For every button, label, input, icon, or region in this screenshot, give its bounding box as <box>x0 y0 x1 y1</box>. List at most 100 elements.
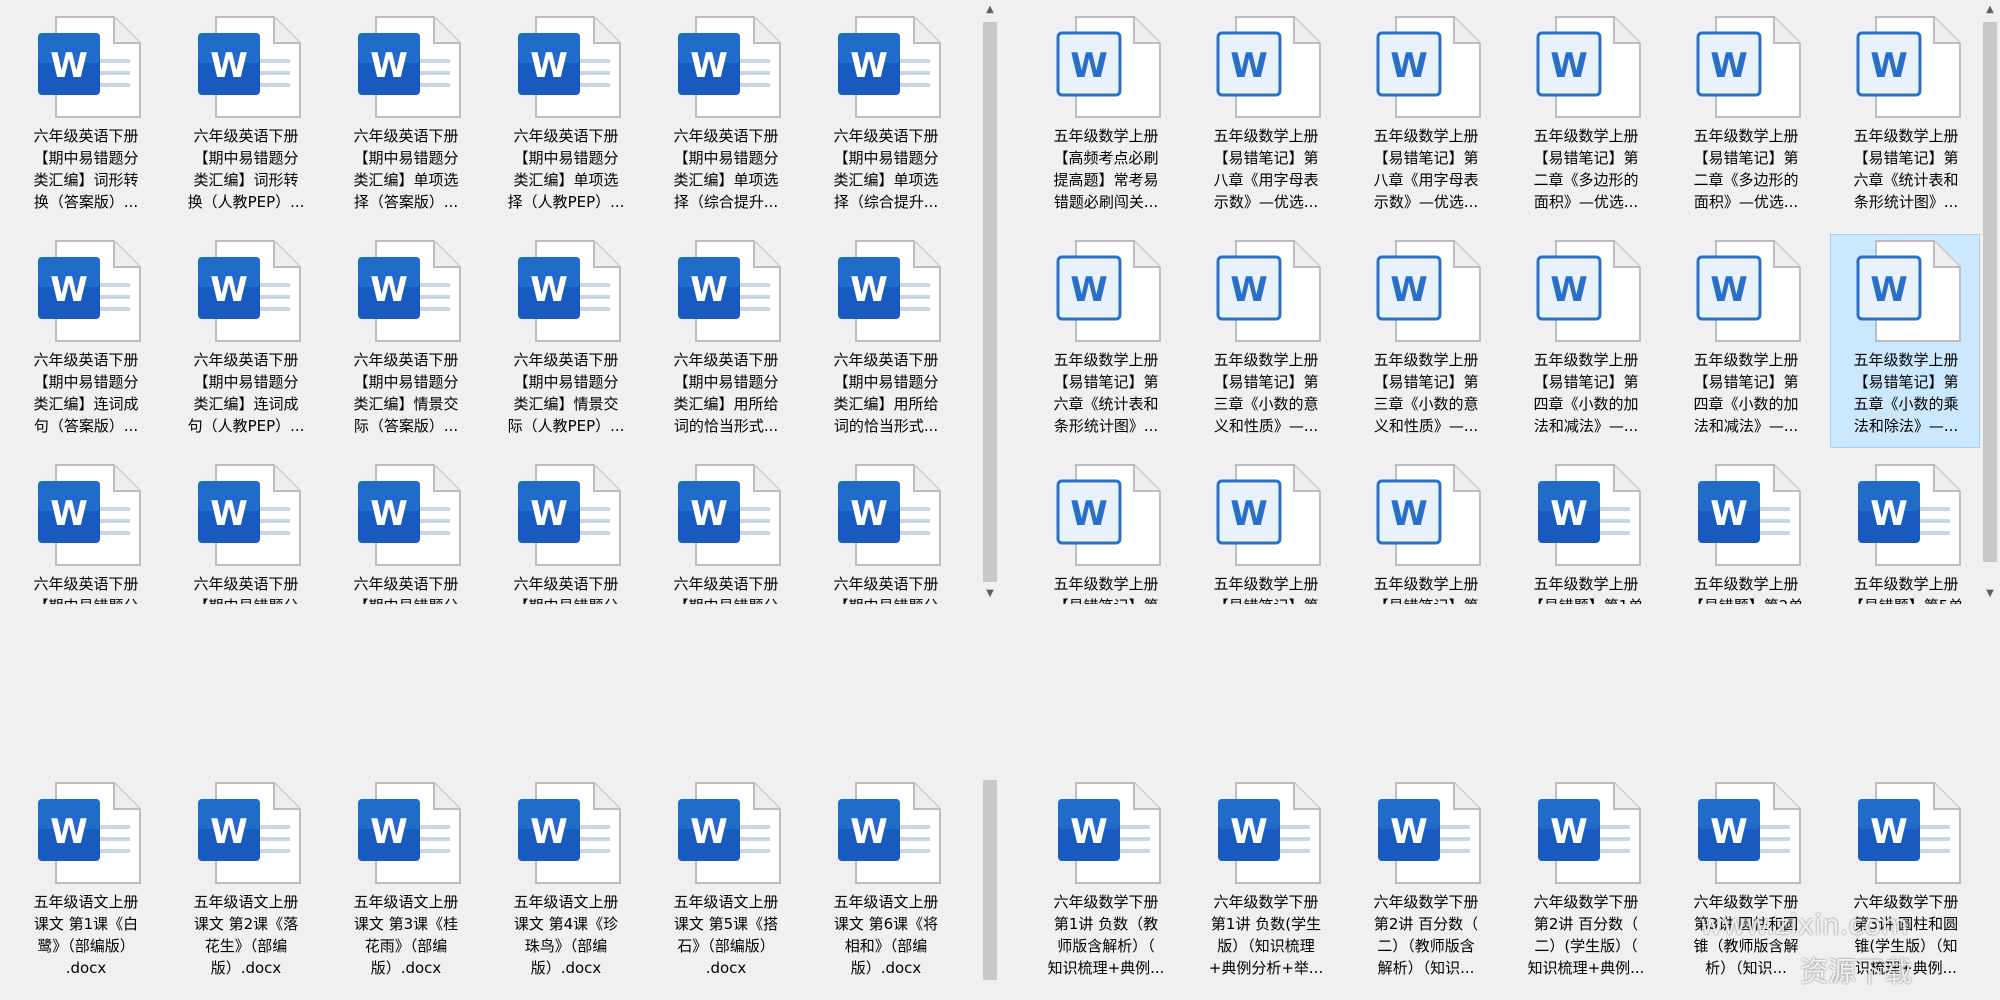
explorer-pane-bottom-left: W 五年级语文上册 课文 第1课《白 鹭》（部编版） .docx W 五年级语文上册 … <box>0 776 980 1000</box>
file-item[interactable]: W 六年级英语下册 【期中易错题分 类汇编】单项选 择（综合提升... <box>810 10 960 224</box>
word-doc-icon: W <box>196 239 306 343</box>
svg-text:W: W <box>1070 494 1108 534</box>
svg-text:W: W <box>690 270 728 310</box>
svg-text:W: W <box>50 270 88 310</box>
file-name-label: 六年级英语下册 【期中易错题分 类汇编】阅读理 解（答案选择... <box>193 575 299 604</box>
file-item[interactable]: W 六年级英语下册 【期中易错题分 类汇编】情景交 际（答案版）... <box>330 234 480 448</box>
scrollbar-thumb[interactable] <box>983 780 997 980</box>
file-item[interactable]: W 五年级数学上册 【易错笔记】第 六章《统计表和 条形统计图》... <box>1830 10 1980 224</box>
file-name-label: 五年级数学上册 【易错笔记】第 八章《用字母表 示数》—优选... <box>1213 127 1319 211</box>
file-name-label: 六年级英语下册 【期中易错题分 类汇编】词形转 换（答案版）... <box>33 127 139 211</box>
file-name-label: 六年级英语下册 【期中易错题分 类汇编】阅读理 解（判断正误... <box>353 575 459 604</box>
file-item[interactable]: W 六年级数学下册 第1讲 负数(学生 版）（知识梳理 +典例分析+举... <box>1190 776 1340 990</box>
file-item[interactable]: W 五年级数学上册 【易错题】第1单 元《负数的初步 认识》易错题... <box>1510 458 1660 604</box>
scrollbar-thumb[interactable] <box>983 22 997 582</box>
scrollbar-vertical[interactable] <box>980 776 1000 1000</box>
file-item[interactable]: W 五年级数学上册 【易错笔记】第 六章《统计表和 条形统计图》... <box>1030 234 1180 448</box>
file-item[interactable]: W 五年级数学上册 【易错题】第5单 元《小数乘法和 除法》单元易... <box>1830 458 1980 604</box>
file-item[interactable]: W 五年级数学上册 【易错笔记】第 八章《用字母表 示数》—优选... <box>1350 10 1500 224</box>
file-item[interactable]: W 五年级数学上册 【易错笔记】第 二章《多边形的 面积》—优选... <box>1670 10 1820 224</box>
file-name-label: 五年级数学上册 【易错笔记】第 三章《小数的意 义和性质》—... <box>1213 351 1319 435</box>
word-doc-icon: W <box>1856 781 1966 885</box>
svg-text:W: W <box>1230 494 1268 534</box>
word-doc-icon: W <box>36 15 146 119</box>
word-doc-icon: W <box>836 15 946 119</box>
svg-text:W: W <box>1870 46 1908 86</box>
file-item[interactable]: W 六年级英语下册 【期中易错题分 类汇编】词形转 换（人教PEP）... <box>170 10 320 224</box>
svg-text:W: W <box>1710 494 1748 534</box>
file-item[interactable]: W 五年级数学上册 【易错笔记】第 五章《小数的乘 法和除法》—... <box>1830 234 1980 448</box>
svg-text:W: W <box>50 812 88 852</box>
file-item[interactable]: W 五年级数学上册 【易错笔记】第 一章《负数的初 步认识》—优... <box>1190 458 1340 604</box>
scrollbar-thumb[interactable] <box>1983 22 1997 562</box>
file-item[interactable]: W 六年级英语下册 【期中易错题分 类汇编】单项选 择（综合提升... <box>650 10 800 224</box>
file-name-label: 五年级数学上册 【易错笔记】第 八章《用字母表 示数》—优选... <box>1373 127 1479 211</box>
file-item[interactable]: W 六年级英语下册 【期中易错题分 类汇编】阅读理 解（答案选择... <box>170 458 320 604</box>
file-item[interactable]: W 五年级语文上册 课文 第6课《将 相和》（部编 版）.docx <box>810 776 960 990</box>
file-name-label: 六年级英语下册 【期中易错题分 类汇编】情景交 际（答案版）... <box>353 351 459 435</box>
scroll-up-arrow[interactable]: ▲ <box>1980 0 2000 20</box>
scroll-up-arrow[interactable]: ▲ <box>980 0 1000 20</box>
file-item[interactable]: W 六年级数学下册 第1讲 负数（教 师版含解析）（ 知识梳理+典例... <box>1030 776 1180 990</box>
file-item[interactable]: W 五年级数学上册 【易错笔记】第 三章《小数的意 义和性质》—... <box>1190 234 1340 448</box>
file-item[interactable]: W 五年级语文上册 课文 第4课《珍 珠鸟》（部编 版）.docx <box>490 776 640 990</box>
file-name-label: 六年级数学下册 第1讲 负数（教 师版含解析）（ 知识梳理+典例... <box>1047 893 1165 977</box>
word-doc-icon: W <box>1056 15 1166 119</box>
file-item[interactable]: W 五年级数学上册 【易错笔记】第 二章《多边形的 面积》—优选... <box>1510 10 1660 224</box>
file-item[interactable]: W 五年级数学上册 【易错笔记】第 八章《用字母表 示数》—优选... <box>1190 10 1340 224</box>
file-item[interactable]: W 六年级英语下册 【期中易错题分 类汇编】找出不 同类的词（答... <box>650 458 800 604</box>
file-item[interactable]: W 六年级英语下册 【期中易错题分 类汇编】找出不 同类的词（人... <box>810 458 960 604</box>
word-doc-icon: W <box>1696 781 1806 885</box>
file-item[interactable]: W 六年级英语下册 【期中易错题分 类汇编】单项选 择（人教PEP）... <box>490 10 640 224</box>
file-item[interactable]: W 五年级语文上册 课文 第1课《白 鹭》（部编版） .docx <box>10 776 160 990</box>
file-name-label: 五年级语文上册 课文 第5课《搭 石》（部编版） .docx <box>673 893 779 977</box>
file-item[interactable]: W 六年级数学下册 第2讲 百分数（ 二）(学生版）（ 知识梳理+典例... <box>1510 776 1660 990</box>
file-item[interactable]: W 五年级语文上册 课文 第5课《搭 石》（部编版） .docx <box>650 776 800 990</box>
file-item[interactable]: W 六年级英语下册 【期中易错题分 类汇编】阅读理 解（答案选择... <box>10 458 160 604</box>
file-item[interactable]: W 五年级语文上册 课文 第3课《桂 花雨》（部编 版）.docx <box>330 776 480 990</box>
file-item[interactable]: W 五年级数学上册 【易错笔记】第 四章《小数的加 法和减法》—... <box>1510 234 1660 448</box>
file-item[interactable]: W 五年级语文上册 课文 第2课《落 花生》（部编 版）.docx <box>170 776 320 990</box>
file-item[interactable]: W 六年级英语下册 【期中易错题分 类汇编】连词成 句（人教PEP）... <box>170 234 320 448</box>
word-doc-icon: W <box>356 15 466 119</box>
word-doc-icon: W <box>1216 781 1326 885</box>
svg-text:W: W <box>1390 812 1428 852</box>
file-name-label: 六年级英语下册 【期中易错题分 类汇编】情景交 际（人教PEP）... <box>507 351 625 435</box>
file-item[interactable]: W 六年级英语下册 【期中易错题分 类汇编】阅读理 解（判断正误... <box>490 458 640 604</box>
file-item[interactable]: W 六年级数学下册 第3讲 圆柱和圆 锥（教师版含解 析）（知识... <box>1670 776 1820 990</box>
file-name-label: 六年级英语下册 【期中易错题分 类汇编】阅读理 解（答案选择... <box>33 575 139 604</box>
file-item[interactable]: W 六年级英语下册 【期中易错题分 类汇编】用所给 词的恰当形式... <box>650 234 800 448</box>
word-doc-icon: W <box>516 463 626 567</box>
word-doc-icon: W <box>36 239 146 343</box>
word-doc-icon: W <box>196 463 306 567</box>
svg-text:W: W <box>1070 812 1108 852</box>
svg-text:W: W <box>1870 494 1908 534</box>
file-item[interactable]: W 五年级数学上册 【易错笔记】第 五章《小数的乘 法和除法》—... <box>1030 458 1180 604</box>
file-item[interactable]: W 五年级数学上册 【易错笔记】第 四章《小数的加 法和减法》—... <box>1670 234 1820 448</box>
scrollbar-vertical[interactable]: ▲ ▼ <box>1980 0 2000 604</box>
file-name-label: 六年级英语下册 【期中易错题分 类汇编】单项选 择（人教PEP）... <box>507 127 625 211</box>
word-doc-icon: W <box>1056 239 1166 343</box>
file-name-label: 六年级英语下册 【期中易错题分 类汇编】连词成 句（人教PEP）... <box>187 351 305 435</box>
file-item[interactable]: W 六年级数学下册 第2讲 百分数（ 二）（教师版含 解析）（知识... <box>1350 776 1500 990</box>
file-item[interactable]: W 六年级英语下册 【期中易错题分 类汇编】词形转 换（答案版）... <box>10 10 160 224</box>
word-doc-icon: W <box>1856 15 1966 119</box>
file-item[interactable]: W 五年级数学上册 【易错笔记】第 一章《负数的初 步认识》—优... <box>1350 458 1500 604</box>
svg-text:W: W <box>50 494 88 534</box>
scrollbar-vertical[interactable]: ▲ ▼ <box>980 0 1000 604</box>
scroll-down-arrow[interactable]: ▼ <box>1980 584 2000 604</box>
file-item[interactable]: W 五年级数学上册 【高频考点必刷 提高题】常考易 错题必刷闯关... <box>1030 10 1180 224</box>
file-item[interactable]: W 六年级英语下册 【期中易错题分 类汇编】连词成 句（答案版）... <box>10 234 160 448</box>
svg-text:W: W <box>1550 46 1588 86</box>
file-item[interactable]: W 五年级数学上册 【易错题】第2单 元《多边形的面 积》易错题强... <box>1670 458 1820 604</box>
file-item[interactable]: W 六年级英语下册 【期中易错题分 类汇编】情景交 际（人教PEP）... <box>490 234 640 448</box>
file-item[interactable]: W 六年级英语下册 【期中易错题分 类汇编】单项选 择（答案版）... <box>330 10 480 224</box>
file-item[interactable]: W 五年级数学上册 【易错笔记】第 三章《小数的意 义和性质》—... <box>1350 234 1500 448</box>
file-item[interactable]: W 六年级英语下册 【期中易错题分 类汇编】阅读理 解（判断正误... <box>330 458 480 604</box>
scroll-down-arrow[interactable]: ▼ <box>980 584 1000 604</box>
file-item[interactable]: W 六年级英语下册 【期中易错题分 类汇编】用所给 词的恰当形式... <box>810 234 960 448</box>
file-name-label: 六年级英语下册 【期中易错题分 类汇编】用所给 词的恰当形式... <box>673 351 779 435</box>
svg-text:W: W <box>1710 270 1748 310</box>
svg-text:W: W <box>210 270 248 310</box>
file-name-label: 五年级数学上册 【易错笔记】第 一章《负数的初 步认识》—优... <box>1213 575 1319 604</box>
